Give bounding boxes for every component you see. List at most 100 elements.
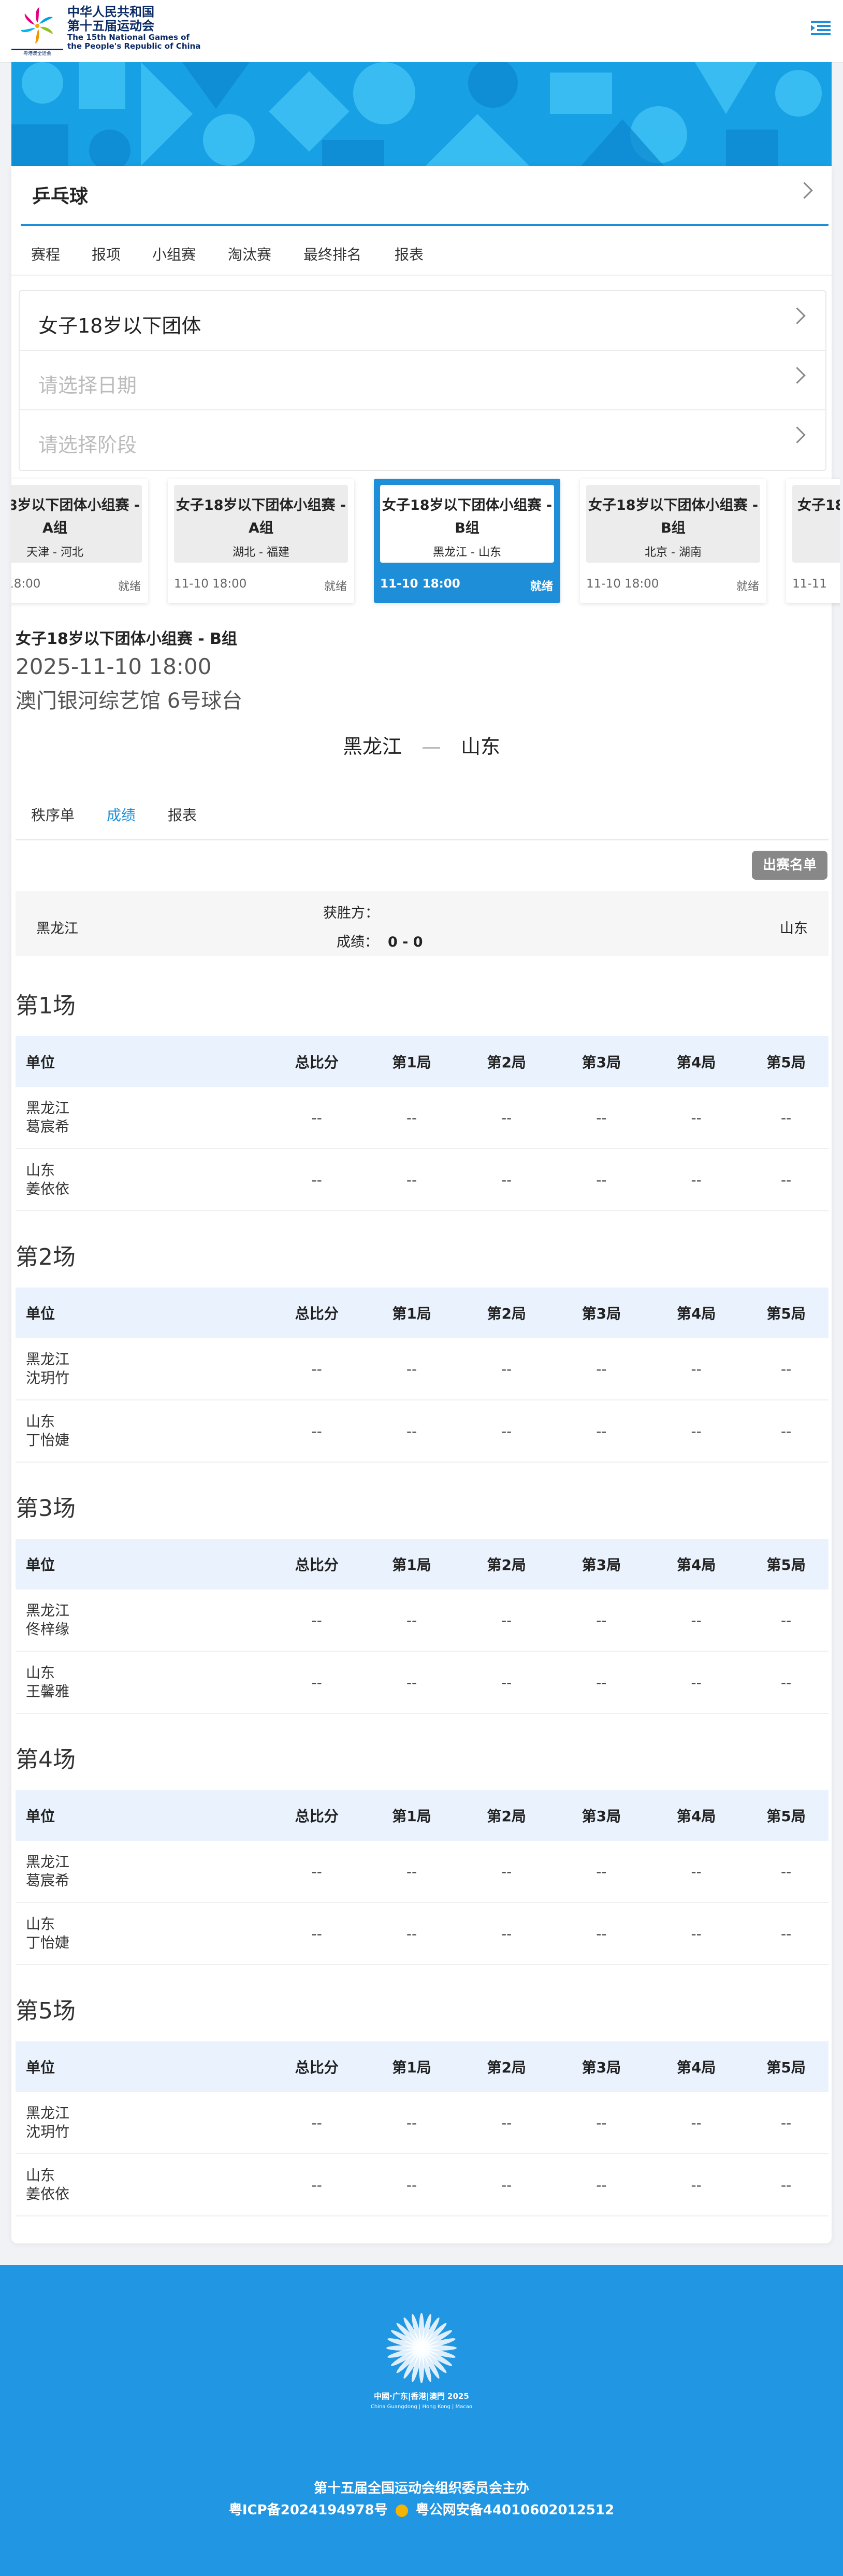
match-card[interactable]: 女子18岁以下团体小组赛 - 11-11 — [786, 479, 840, 603]
score-cell: -- — [744, 1590, 829, 1652]
score-cell: -- — [364, 1651, 459, 1714]
match-card[interactable]: 女子18岁以下团体小组赛 - A组 湖北 - 福建 11-10 18:00 就绪 — [168, 479, 354, 603]
column-header: 第3局 — [554, 1036, 649, 1087]
rubber-title: 第5场 — [16, 1998, 76, 2024]
score-cell: -- — [649, 1149, 744, 1211]
chevron-right-icon — [789, 307, 806, 324]
score-cell: -- — [554, 1841, 649, 1903]
column-header: 总比分 — [269, 1036, 365, 1087]
result-summary: 黑龙江 获胜方： 成绩： 0 - 0 山东 — [16, 891, 829, 956]
sport-selector[interactable]: 乒乓球 — [11, 166, 832, 225]
winner-label: 获胜方： — [323, 905, 379, 921]
team-name: 山东 — [26, 1915, 55, 1933]
column-header: 单位 — [16, 1036, 270, 1087]
player-name: 姜依依 — [26, 1180, 70, 1197]
team-b-name: 山东 — [461, 735, 501, 758]
score-cell: -- — [744, 1841, 829, 1903]
games-emblem-icon: 中國·广东|香港|澳門 2025 China Guangdong | Hong … — [371, 2313, 472, 2410]
score-cell: -- — [744, 1400, 829, 1463]
score-cell: -- — [649, 1338, 744, 1400]
versus-line: 黑龙江 山东 — [0, 731, 843, 759]
column-header: 第2局 — [459, 1036, 554, 1087]
score-cell: -- — [269, 1338, 365, 1400]
score-cell: -- — [459, 1841, 554, 1903]
score-cell: -- — [649, 1651, 744, 1714]
rubber-title: 第1场 — [16, 993, 76, 1019]
score-cell: -- — [269, 1590, 365, 1652]
score-label: 成绩： — [337, 934, 379, 950]
score-cell: -- — [364, 1841, 459, 1903]
match-name: 女子18岁以下团体小组赛 - — [797, 497, 840, 513]
column-header: 第5局 — [744, 1539, 829, 1590]
match-card-body: 女子18岁以下团体小组赛 - — [792, 485, 840, 563]
tab-report[interactable]: 报表 — [168, 804, 197, 825]
match-card-body: 女子18岁以下团体小组赛 - A组 天津 - 河北 — [11, 485, 142, 563]
event-select[interactable]: 女子18岁以下团体 — [20, 291, 825, 351]
icp-line: 粤ICP备2024194978号 粤公网安备44010602012512 — [0, 2499, 843, 2518]
match-datetime: 2025-11-10 18:00 — [16, 654, 212, 679]
column-header: 第3局 — [554, 1790, 649, 1841]
tab-results[interactable]: 成绩 — [107, 804, 136, 825]
team-a-name: 黑龙江 — [342, 735, 402, 758]
score-cell: -- — [649, 1400, 744, 1463]
stage-placeholder: 请选择阶段 — [38, 434, 137, 456]
stage-select[interactable]: 请选择阶段 — [20, 410, 825, 469]
player-name: 姜依依 — [26, 2185, 70, 2202]
tab-reports[interactable]: 报表 — [395, 244, 424, 264]
match-time: 11-10 18:00 — [11, 577, 41, 591]
table-row: 黑龙江 沈玥竹 -- -- -- -- -- -- — [16, 1338, 829, 1400]
police-record-link[interactable]: 粤公网安备44010602012512 — [416, 2502, 614, 2518]
column-header: 第1局 — [364, 1036, 459, 1087]
column-header: 第2局 — [459, 1287, 554, 1338]
unit-cell: 山东 丁怡婕 — [16, 1400, 270, 1463]
tab-knockout[interactable]: 淘汰赛 — [228, 244, 271, 264]
lineup-button[interactable]: 出赛名单 — [752, 851, 827, 880]
organizer-text: 第十五届全国运动会组织委员会主办 — [313, 2481, 529, 2496]
match-teams: 北京 - 湖南 — [645, 546, 702, 559]
match-carousel[interactable]: 女子18岁以下团体小组赛 -A组 天津 - 河北 11-10 18:00 就绪 … — [11, 471, 840, 611]
score-cell: -- — [649, 1841, 744, 1903]
match-name: 女子18岁以下团体小组赛 - — [382, 497, 553, 513]
column-header: 总比分 — [269, 1539, 365, 1590]
team-name: 山东 — [26, 2167, 55, 2184]
table-row: 山东 王馨雅 -- -- -- -- -- -- — [16, 1651, 829, 1714]
police-badge-icon — [395, 2504, 408, 2517]
tab-final-ranking[interactable]: 最终排名 — [303, 244, 361, 264]
icp-link[interactable]: 粤ICP备2024194978号 — [229, 2502, 388, 2518]
games-logo[interactable]: 粤港澳全运会 — [11, 4, 63, 56]
tab-entries[interactable]: 报项 — [92, 244, 121, 264]
emblem-text: 中國·广东|香港|澳門 2025 — [374, 2392, 469, 2401]
score-cell: -- — [554, 1651, 649, 1714]
score-cell: -- — [459, 1338, 554, 1400]
column-header: 第2局 — [459, 1790, 554, 1841]
score-cell: -- — [459, 1400, 554, 1463]
rubber-score-table: 单位 总比分 第1局 第2局 第3局 第4局 第5局 黑龙江 沈玥竹 -- -- -- -- -- -- 山东… — [16, 1287, 829, 1463]
score-cell: -- — [364, 1400, 459, 1463]
team-name: 山东 — [26, 1162, 55, 1179]
score-cell: -- — [554, 1902, 649, 1965]
score-cell: -- — [649, 2154, 744, 2216]
tab-group-stage[interactable]: 小组赛 — [152, 244, 196, 264]
table-header-row: 单位 总比分 第1局 第2局 第3局 第4局 第5局 — [16, 1036, 829, 1087]
banner-pattern — [11, 62, 832, 166]
column-header: 总比分 — [269, 1287, 365, 1338]
match-card[interactable]: 女子18岁以下团体小组赛 - B组 北京 - 湖南 11-10 18:00 就绪 — [580, 479, 766, 603]
score-cell: -- — [364, 1338, 459, 1400]
title-cn-1: 中华人民共和国 — [67, 5, 154, 19]
title-cn-2: 第十五届运动会 — [67, 19, 154, 33]
menu-icon[interactable] — [808, 16, 834, 41]
title-en-2: the People's Republic of China — [67, 41, 201, 51]
tab-order-sheet[interactable]: 秩序单 — [31, 804, 75, 825]
date-placeholder: 请选择日期 — [38, 374, 137, 397]
rubber-title: 第4场 — [16, 1747, 76, 1773]
column-header: 单位 — [16, 2041, 270, 2092]
column-header: 第4局 — [649, 1539, 744, 1590]
score-line: 成绩： 0 - 0 — [337, 931, 423, 951]
match-name: 女子18岁以下团体小组赛 - — [11, 497, 140, 513]
match-card[interactable]: 女子18岁以下团体小组赛 - A组 天津 - 河北 11-10 18:00 就绪 — [11, 479, 148, 603]
date-select[interactable]: 请选择日期 — [20, 351, 825, 410]
match-card-selected[interactable]: 女子18岁以下团体小组赛 - B组 黑龙江 - 山东 11-10 18:00 就绪 — [374, 479, 560, 603]
tab-schedule[interactable]: 赛程 — [31, 244, 60, 264]
rubber-score-table: 单位 总比分 第1局 第2局 第3局 第4局 第5局 黑龙江 佟梓缘 -- -- -- -- -- -- 山东… — [16, 1539, 829, 1714]
match-time: 11-10 18:00 — [174, 577, 247, 591]
